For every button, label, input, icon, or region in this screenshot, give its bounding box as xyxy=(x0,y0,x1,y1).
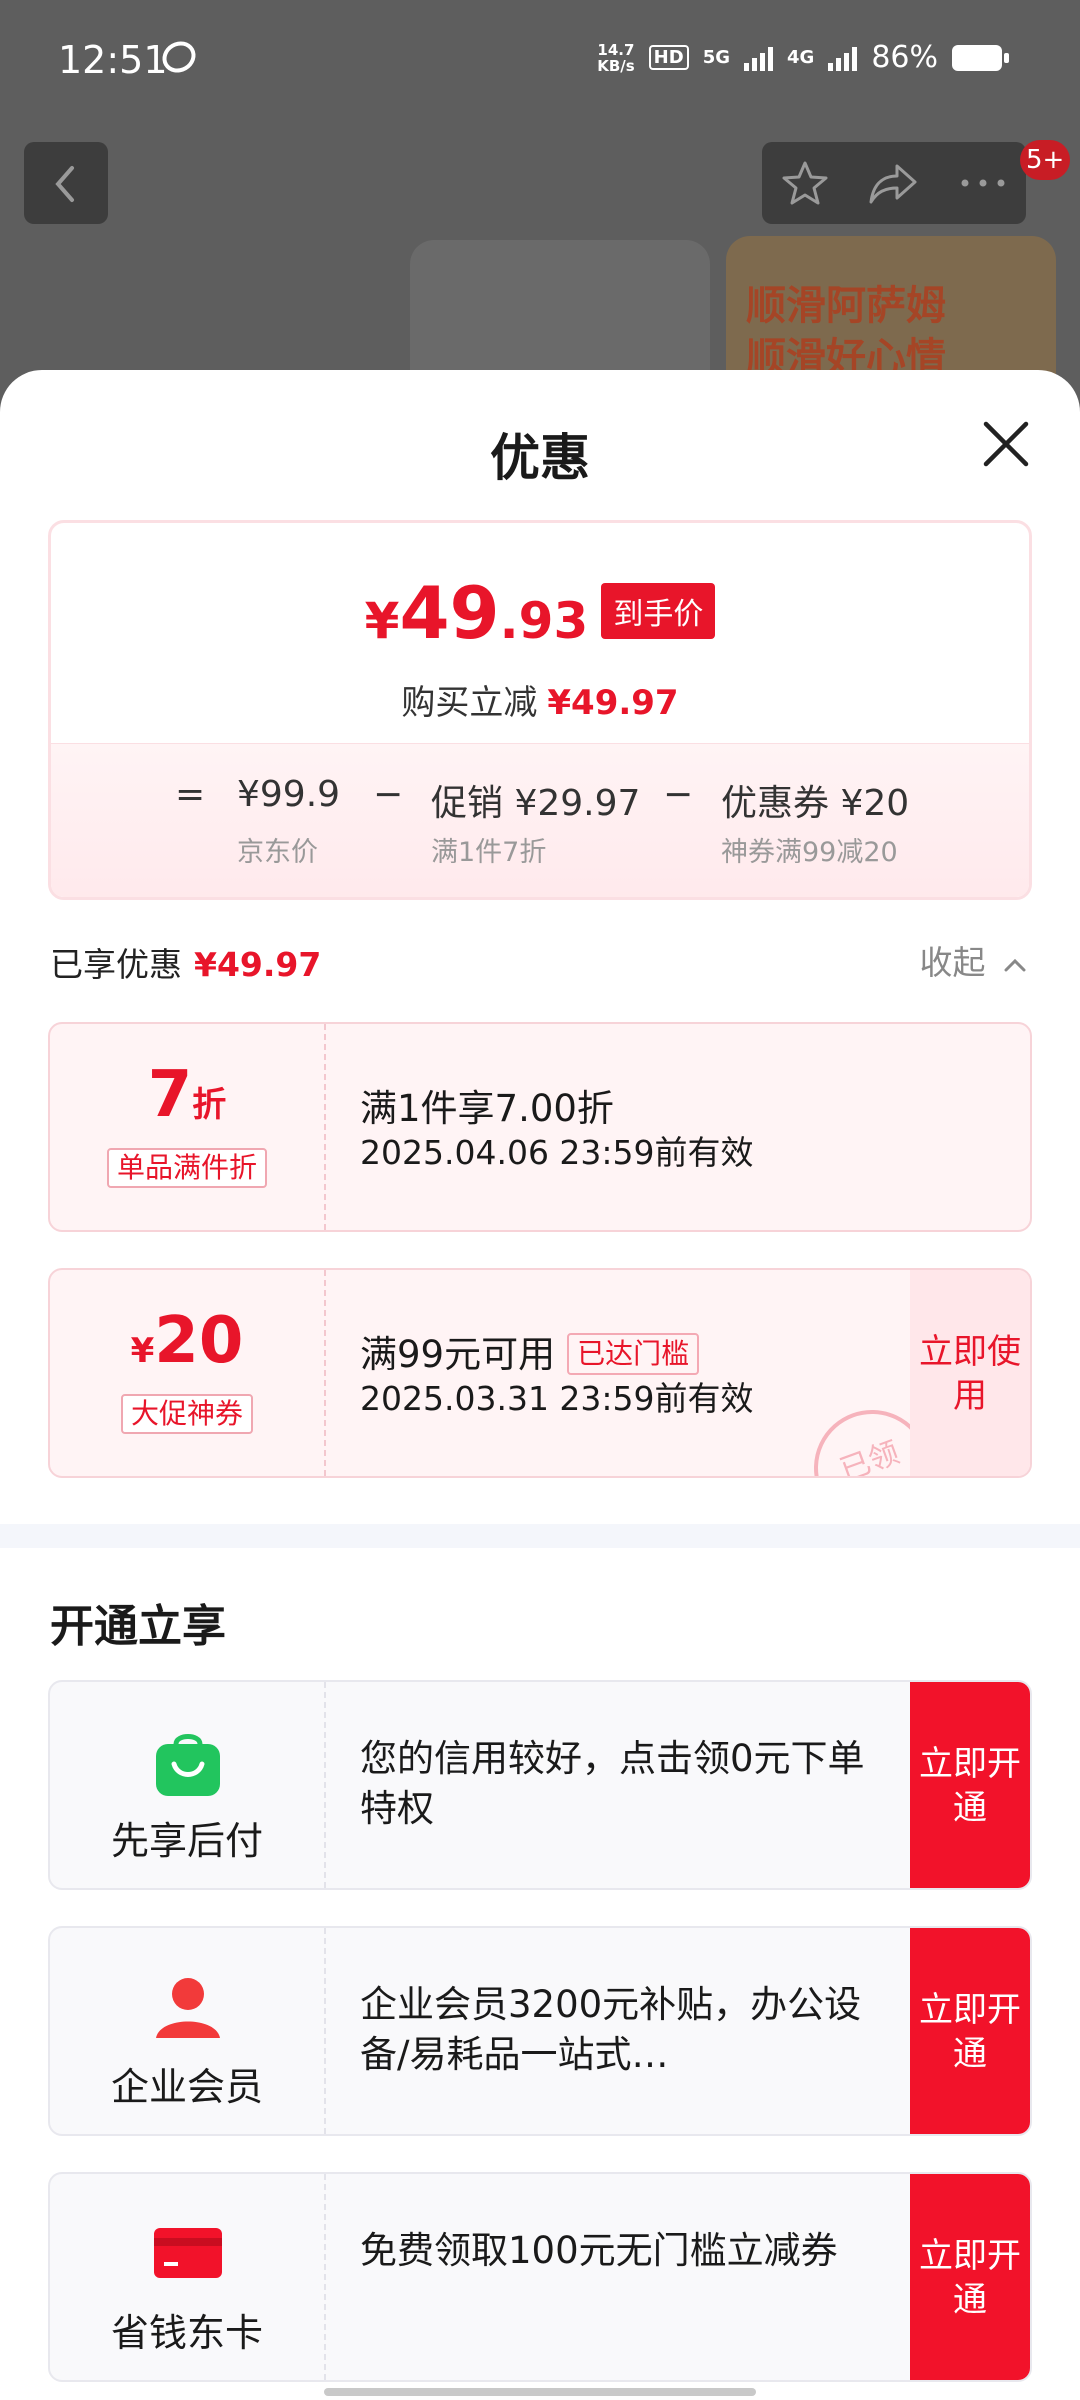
coupon-discount: 优惠券 ¥20 xyxy=(721,783,910,824)
sheet-title: 优惠 xyxy=(490,429,590,487)
coupon-condition: 满99元可用 已达门槛 xyxy=(360,1324,700,1378)
section-title: 开通立享 xyxy=(50,1601,226,1652)
signal-bars-icon xyxy=(828,45,858,71)
final-price-tag: 到手价 xyxy=(601,583,716,639)
coupon-card: 7折 单品满件折 满1件享7.00折 2025.04.06 23:59前有效 xyxy=(48,1022,1032,1232)
network-speed: 14.7 KB/s xyxy=(597,40,635,75)
chevron-up-icon xyxy=(1004,958,1026,972)
service-name: 先享后付 xyxy=(110,1819,263,1863)
coupon-expiry: 2025.04.06 23:59前有效 xyxy=(360,1133,754,1172)
section-divider xyxy=(0,1524,1080,1548)
top-actions xyxy=(762,142,1026,224)
coupon-type-tag: 大促神券 xyxy=(120,1394,253,1434)
status-bar: 12:51 14.7 KB/s HD 5G 4G 86% xyxy=(0,0,1080,120)
home-indicator[interactable] xyxy=(324,2388,756,2396)
activate-button[interactable]: 立即开通 xyxy=(910,1682,1030,1888)
threshold-badge: 已达门槛 xyxy=(567,1333,700,1375)
signal-5g: 5G xyxy=(702,47,730,68)
price-summary-card: ¥49.93 到手价 购买立减 ¥49.97 = ¥99.9 京东价 − 促销 ¥… xyxy=(48,520,1032,900)
jd-price: ¥99.9 xyxy=(237,774,341,815)
share-icon[interactable] xyxy=(867,158,921,208)
background-page: 12:51 14.7 KB/s HD 5G 4G 86% 5+ 顺滑阿萨姆 顺滑… xyxy=(0,0,1080,420)
close-icon[interactable] xyxy=(976,414,1036,474)
shopping-bag-icon xyxy=(156,1734,220,1796)
back-button[interactable] xyxy=(24,142,108,224)
hd-icon: HD xyxy=(648,45,689,70)
signal-4g: 4G xyxy=(787,47,815,68)
coupon-value: ¥20 大促神券 xyxy=(50,1270,326,1476)
more-icon[interactable] xyxy=(958,173,1008,193)
signal-bars-icon xyxy=(744,45,773,71)
coupon-type-tag: 单品满件折 xyxy=(106,1148,267,1188)
coupon-card: ¥20 大促神券 满99元可用 已达门槛 2025.03.31 23:59前有效 … xyxy=(48,1268,1032,1478)
battery-percent: 86% xyxy=(871,40,938,75)
activate-button[interactable]: 立即开通 xyxy=(910,2174,1030,2380)
collapse-toggle[interactable]: 收起 xyxy=(920,936,1029,984)
service-name: 省钱东卡 xyxy=(110,2311,263,2355)
minus-sign: − xyxy=(373,774,404,815)
coupon-note: 神券满99减20 xyxy=(721,837,898,868)
coupon-value: 7折 单品满件折 xyxy=(50,1024,326,1230)
service-description: 企业会员3200元补贴，办公设备/易耗品一站式… xyxy=(360,1983,862,2076)
promo-note: 满1件7折 xyxy=(431,837,547,868)
battery-icon xyxy=(952,44,1009,71)
status-time: 12:51 xyxy=(58,38,168,82)
minus-sign: − xyxy=(663,774,694,815)
service-card: 省钱东卡 免费领取100元无门槛立减券 立即开通 xyxy=(48,2172,1032,2382)
discount-sheet: 优惠 ¥49.93 到手价 购买立减 ¥49.97 = ¥99.9 京东价 − 促… xyxy=(0,370,1080,2400)
enjoyed-discount: 已享优惠 ¥49.97 xyxy=(50,945,322,984)
status-icons: 14.7 KB/s HD 5G 4G 86% xyxy=(597,40,1009,75)
promo-discount: 促销 ¥29.97 xyxy=(431,783,641,824)
star-icon[interactable] xyxy=(780,158,830,208)
card-icon xyxy=(154,2228,222,2278)
service-description: 免费领取100元无门槛立减券 xyxy=(360,2229,838,2272)
price-breakdown: = ¥99.9 京东价 − 促销 ¥29.97 满1件7折 − 优惠券 ¥20 … xyxy=(51,743,1029,897)
service-description: 您的信用较好，点击领0元下单特权 xyxy=(360,1737,865,1830)
final-price-row: ¥49.93 到手价 xyxy=(51,571,1029,655)
coupon-condition: 满1件享7.00折 xyxy=(360,1087,614,1130)
service-card: 先享后付 您的信用较好，点击领0元下单特权 立即开通 xyxy=(48,1680,1032,1890)
cart-badge: 5+ xyxy=(1020,140,1071,180)
service-card: 企业会员 企业会员3200元补贴，办公设备/易耗品一站式… 立即开通 xyxy=(48,1926,1032,2136)
final-price: ¥49.93 xyxy=(364,571,589,655)
user-icon xyxy=(156,1978,220,2038)
coupon-expiry: 2025.03.31 23:59前有效 xyxy=(360,1379,754,1418)
service-name: 企业会员 xyxy=(110,2065,263,2109)
instant-discount: 购买立减 ¥49.97 xyxy=(401,683,679,723)
jd-price-label: 京东价 xyxy=(237,837,318,868)
chevron-left-icon xyxy=(55,166,74,202)
equals-sign: = xyxy=(175,774,206,815)
activate-button[interactable]: 立即开通 xyxy=(910,1928,1030,2134)
use-now-button[interactable]: 立即使用 xyxy=(910,1270,1030,1476)
